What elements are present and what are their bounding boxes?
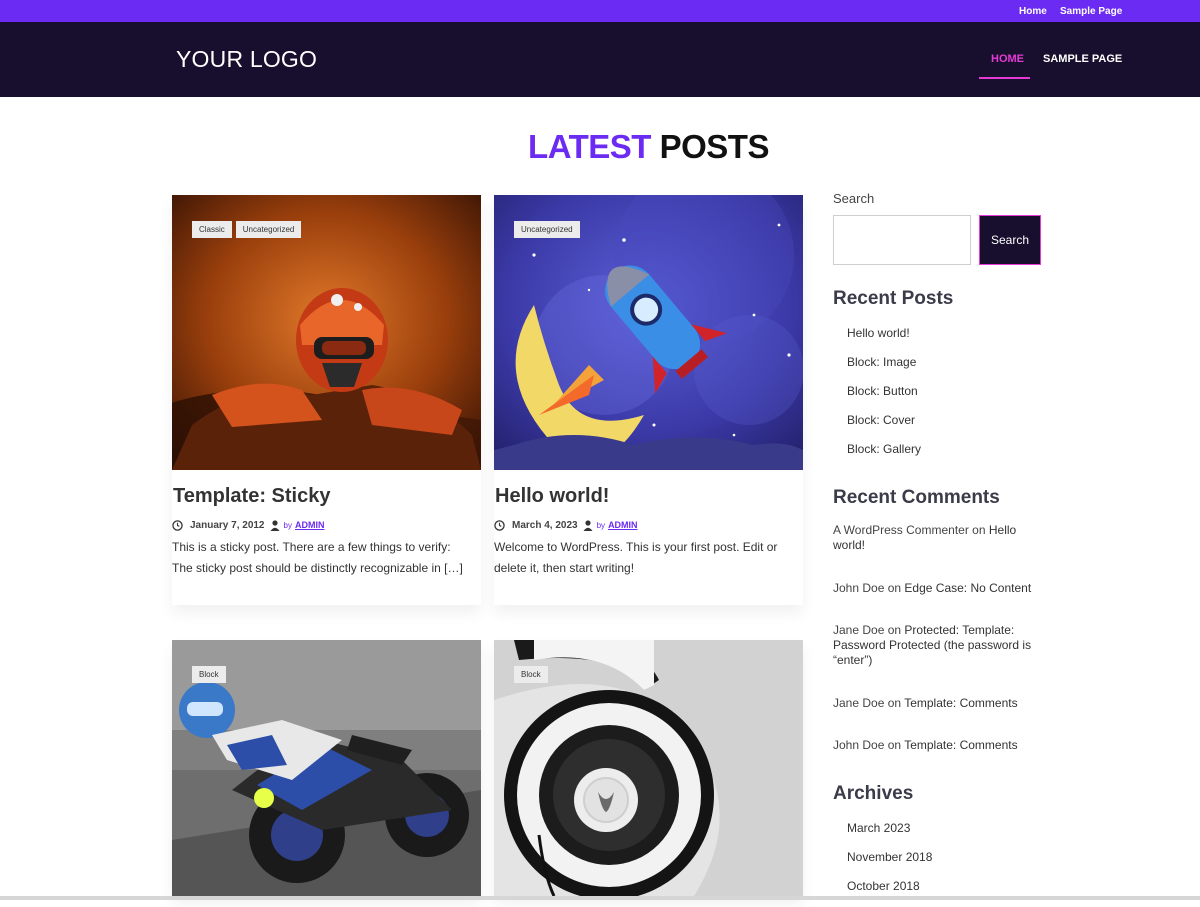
- post-card: Block: [172, 640, 481, 896]
- nav-sample-page[interactable]: SAMPLE PAGE: [1043, 53, 1122, 65]
- recent-post-link[interactable]: Block: Cover: [847, 412, 921, 441]
- recent-comment: John Doe on Edge Case: No Content: [833, 581, 1038, 596]
- recent-comment: A WordPress Commenter on Hello world!: [833, 523, 1038, 553]
- archives-list: March 2023 November 2018 October 2018: [847, 820, 932, 907]
- post-card: Uncategorized Hello world! March 4, 2023…: [494, 195, 803, 605]
- search-button[interactable]: Search: [979, 215, 1041, 265]
- comment-post-link[interactable]: Template: Comments: [904, 696, 1017, 710]
- post-excerpt: Welcome to WordPress. This is your first…: [494, 540, 778, 575]
- post-thumbnail-headphones[interactable]: Block: [494, 640, 803, 896]
- post-author-link[interactable]: ADMIN: [608, 520, 638, 530]
- section-title-accent: LATEST: [528, 128, 651, 165]
- site-header: YOUR LOGO HOME SAMPLE PAGE: [0, 22, 1200, 97]
- post-title[interactable]: Template: Sticky: [173, 485, 330, 508]
- recent-comments-title: Recent Comments: [833, 487, 1000, 508]
- archives-title: Archives: [833, 783, 914, 804]
- post-meta: January 7, 2012 by ADMIN: [172, 518, 324, 532]
- clock-icon: [494, 519, 505, 531]
- comment-author[interactable]: Jane Doe: [833, 696, 884, 710]
- user-icon: [270, 519, 279, 531]
- post-by-label: by: [283, 520, 292, 530]
- comment-on-label: on: [972, 523, 986, 537]
- recent-posts-title: Recent Posts: [833, 288, 954, 309]
- post-tag[interactable]: Uncategorized: [235, 221, 302, 238]
- comment-post-link[interactable]: Edge Case: No Content: [904, 581, 1031, 595]
- archive-link[interactable]: November 2018: [847, 849, 932, 878]
- recent-post-link[interactable]: Block: Gallery: [847, 441, 921, 470]
- nav-active-underline: [979, 77, 1030, 79]
- comment-on-label: on: [887, 696, 902, 710]
- site-logo[interactable]: YOUR LOGO: [176, 46, 317, 73]
- topbar-link-sample-page[interactable]: Sample Page: [1060, 6, 1122, 17]
- post-card: Block: [494, 640, 803, 896]
- post-card: Classic Uncategorized Template: Sticky J…: [172, 195, 481, 605]
- post-author-link[interactable]: ADMIN: [295, 520, 325, 530]
- search-label: Search: [833, 191, 875, 206]
- archive-link[interactable]: October 2018: [847, 878, 932, 907]
- post-thumbnail-rocket[interactable]: Uncategorized: [494, 195, 803, 470]
- archive-link[interactable]: March 2023: [847, 820, 932, 849]
- recent-comment: Jane Doe on Protected: Template: Passwor…: [833, 623, 1038, 668]
- top-bar: Home Sample Page: [0, 0, 1200, 22]
- comment-on-label: on: [887, 738, 902, 752]
- recent-comment: Jane Doe on Template: Comments: [833, 696, 1038, 711]
- recent-post-link[interactable]: Block: Button: [847, 383, 921, 412]
- user-icon: [583, 519, 593, 531]
- recent-posts-list: Hello world! Block: Image Block: Button …: [847, 325, 921, 470]
- post-tag[interactable]: Classic: [192, 221, 232, 238]
- post-meta: March 4, 2023 by ADMIN: [494, 518, 638, 532]
- comment-author[interactable]: A WordPress Commenter: [833, 523, 969, 537]
- clock-icon: [172, 519, 183, 531]
- post-date: March 4, 2023: [512, 519, 578, 531]
- recent-post-link[interactable]: Block: Image: [847, 354, 921, 383]
- comment-author[interactable]: John Doe: [833, 738, 884, 752]
- post-thumbnail-motorcycle[interactable]: Block: [172, 640, 481, 896]
- post-title[interactable]: Hello world!: [495, 485, 609, 508]
- section-title-rest: POSTS: [659, 128, 770, 165]
- post-thumbnail-motocross[interactable]: Classic Uncategorized: [172, 195, 481, 470]
- recent-comment: John Doe on Template: Comments: [833, 738, 1038, 753]
- topbar-link-home[interactable]: Home: [1019, 6, 1047, 17]
- comment-on-label: on: [887, 623, 902, 637]
- comment-author[interactable]: Jane Doe: [833, 623, 884, 637]
- post-tag[interactable]: Block: [192, 666, 226, 683]
- horizontal-scrollbar[interactable]: [0, 896, 1200, 900]
- post-by-label: by: [596, 520, 606, 530]
- comment-author[interactable]: John Doe: [833, 581, 884, 595]
- post-tag[interactable]: Block: [514, 666, 548, 683]
- post-tag[interactable]: Uncategorized: [514, 221, 580, 238]
- post-date: January 7, 2012: [190, 519, 265, 531]
- comment-on-label: on: [887, 581, 902, 595]
- search-input[interactable]: [833, 215, 971, 265]
- comment-post-link[interactable]: Template: Comments: [904, 738, 1017, 752]
- nav-home[interactable]: HOME: [991, 53, 1024, 65]
- section-title: LATEST POSTS: [0, 128, 1200, 166]
- recent-post-link[interactable]: Hello world!: [847, 325, 921, 354]
- post-excerpt: This is a sticky post. There are a few t…: [172, 540, 463, 575]
